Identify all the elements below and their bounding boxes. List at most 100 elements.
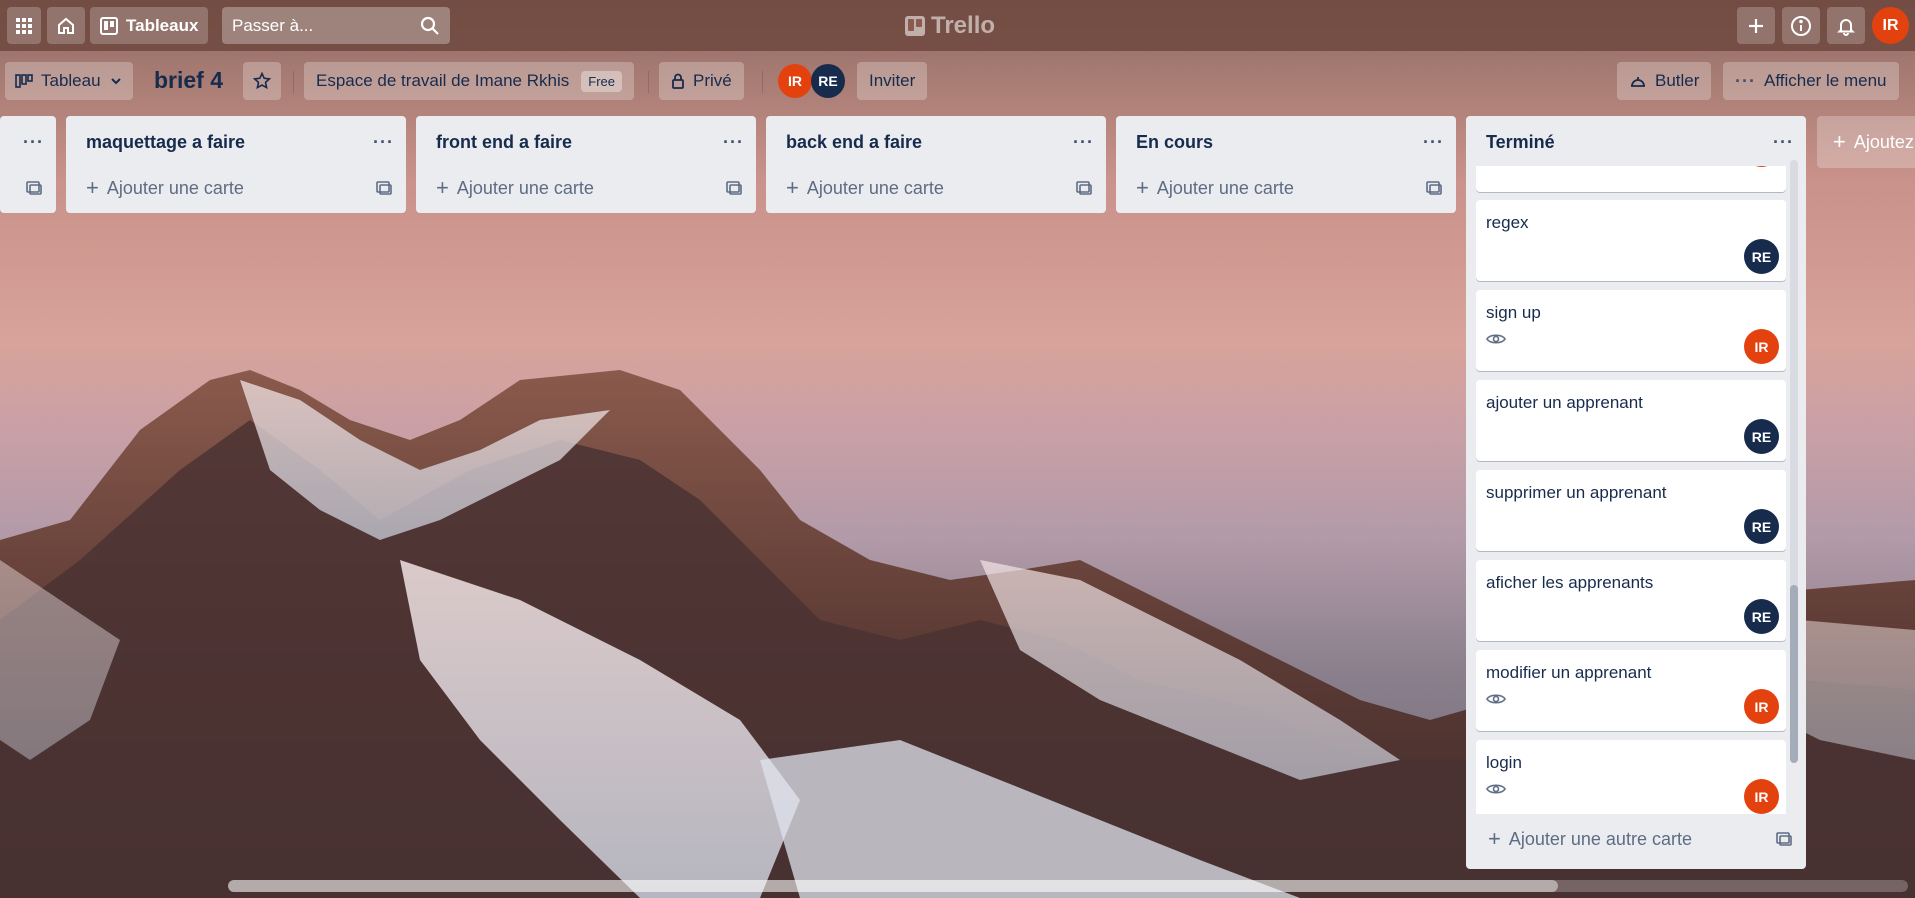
card-member-avatar: RE bbox=[1744, 509, 1779, 544]
trello-logo[interactable]: Trello bbox=[905, 10, 995, 42]
add-card-row: + Ajouter une carte bbox=[1116, 168, 1456, 208]
card-member-avatar bbox=[1744, 166, 1779, 167]
card-title: modifier un apprenant bbox=[1486, 663, 1652, 682]
add-card-label: Ajouter une carte bbox=[806, 177, 944, 198]
boards-button[interactable]: Tableaux bbox=[90, 7, 209, 44]
member-avatar[interactable]: RE bbox=[811, 64, 845, 98]
grid-icon bbox=[16, 17, 32, 34]
card-title: regex bbox=[1486, 213, 1529, 232]
plus-icon: + bbox=[436, 175, 449, 200]
list-column-done: Terminé ··· regex RE sign up IR ajouter … bbox=[1466, 116, 1806, 869]
home-icon bbox=[58, 17, 74, 34]
trello-logo-icon bbox=[905, 16, 925, 36]
card[interactable]: supprimer un apprenant RE bbox=[1476, 470, 1786, 551]
list-header: En cours ··· bbox=[1116, 116, 1456, 168]
list-title[interactable]: back end a faire bbox=[786, 132, 922, 153]
view-switcher-label: Tableau bbox=[41, 71, 101, 90]
list-title[interactable]: front end a faire bbox=[436, 132, 572, 153]
eye-icon bbox=[1486, 334, 1506, 344]
app-switcher-button[interactable] bbox=[7, 7, 41, 44]
add-other-card-button[interactable]: + Ajouter une autre carte bbox=[1488, 828, 1692, 850]
add-card-row bbox=[0, 168, 56, 208]
search-icon bbox=[420, 16, 439, 35]
list-menu-icon[interactable]: ··· bbox=[373, 132, 394, 153]
add-card-row: + Ajouter une carte bbox=[766, 168, 1106, 208]
template-icon[interactable] bbox=[376, 181, 392, 195]
card[interactable] bbox=[1476, 166, 1786, 192]
invite-button[interactable]: Inviter bbox=[857, 62, 928, 100]
add-card-label: Ajouter une carte bbox=[1156, 177, 1294, 198]
list-menu-icon[interactable]: ··· bbox=[1423, 132, 1444, 153]
plus-icon: + bbox=[786, 175, 799, 200]
bell-icon bbox=[1837, 18, 1855, 36]
add-card-button[interactable]: + Ajouter une carte bbox=[86, 177, 244, 199]
list-column: front end a faire ··· + Ajouter une cart… bbox=[416, 116, 756, 213]
search-input[interactable] bbox=[232, 15, 402, 36]
board-scrollbar-thumb[interactable] bbox=[228, 880, 1558, 892]
info-button[interactable] bbox=[1782, 7, 1820, 44]
create-button[interactable] bbox=[1737, 7, 1775, 44]
board-header: Tableau brief 4 Espace de travail de Ima… bbox=[0, 51, 1915, 111]
visibility-button[interactable]: Privé bbox=[659, 62, 744, 100]
board-title[interactable]: brief 4 bbox=[154, 67, 223, 94]
template-icon[interactable] bbox=[26, 181, 42, 195]
info-icon bbox=[1791, 15, 1811, 36]
show-menu-button[interactable]: ··· Afficher le menu bbox=[1723, 62, 1899, 100]
workspace-label: Espace de travail de Imane Rkhis bbox=[316, 71, 570, 90]
add-card-button[interactable]: + Ajouter une carte bbox=[1136, 177, 1294, 199]
chevron-down-icon bbox=[110, 78, 121, 85]
list-menu-icon[interactable]: ··· bbox=[723, 132, 744, 153]
card-member-avatar: IR bbox=[1744, 329, 1779, 364]
template-icon[interactable] bbox=[726, 181, 742, 195]
cards-area[interactable]: regex RE sign up IR ajouter un apprenant… bbox=[1466, 166, 1806, 814]
header-divider bbox=[762, 71, 763, 93]
add-card-button[interactable]: + Ajouter une carte bbox=[786, 177, 944, 199]
template-icon[interactable] bbox=[1776, 832, 1792, 846]
more-icon: ··· bbox=[1735, 70, 1756, 91]
list-column: ··· bbox=[0, 116, 56, 213]
notifications-button[interactable] bbox=[1827, 7, 1865, 44]
visibility-label: Privé bbox=[693, 71, 732, 90]
list-title[interactable]: Terminé bbox=[1486, 132, 1555, 153]
add-card-row: + Ajouter une autre carte bbox=[1466, 819, 1806, 859]
add-card-label: Ajouter une carte bbox=[106, 177, 244, 198]
home-button[interactable] bbox=[47, 7, 85, 44]
list-vertical-scrollbar[interactable] bbox=[1790, 160, 1798, 763]
card[interactable]: login IR bbox=[1476, 740, 1786, 814]
card[interactable]: ajouter un apprenant RE bbox=[1476, 380, 1786, 461]
card-member-avatar: RE bbox=[1744, 419, 1779, 454]
card[interactable]: regex RE bbox=[1476, 200, 1786, 281]
add-card-button[interactable]: + Ajouter une carte bbox=[436, 177, 594, 199]
add-list-button[interactable]: + Ajoutez bbox=[1817, 116, 1915, 168]
user-avatar[interactable]: IR bbox=[1872, 7, 1909, 44]
star-button[interactable] bbox=[243, 62, 281, 100]
card-member-avatar: RE bbox=[1744, 239, 1779, 274]
list-header: front end a faire ··· bbox=[416, 116, 756, 168]
list-column: back end a faire ··· + Ajouter une carte bbox=[766, 116, 1106, 213]
search-field[interactable] bbox=[222, 7, 450, 44]
member-avatar[interactable]: IR bbox=[778, 64, 812, 98]
butler-button[interactable]: Butler bbox=[1617, 62, 1712, 100]
card[interactable]: aficher les apprenants RE bbox=[1476, 560, 1786, 641]
card[interactable]: modifier un apprenant IR bbox=[1476, 650, 1786, 731]
workspace-button[interactable]: Espace de travail de Imane Rkhis Free bbox=[304, 62, 634, 100]
trello-logo-text: Trello bbox=[931, 12, 996, 39]
list-menu-icon[interactable]: ··· bbox=[23, 132, 44, 153]
list-menu-icon[interactable]: ··· bbox=[1773, 132, 1794, 153]
board-horizontal-scrollbar[interactable] bbox=[228, 880, 1908, 892]
card[interactable]: sign up IR bbox=[1476, 290, 1786, 371]
list-title[interactable]: En cours bbox=[1136, 132, 1213, 153]
boards-icon bbox=[100, 16, 118, 35]
header-divider bbox=[648, 71, 649, 93]
template-icon[interactable] bbox=[1076, 181, 1092, 195]
list-title[interactable]: maquettage a faire bbox=[86, 132, 245, 153]
list-header: Terminé ··· bbox=[1466, 116, 1806, 168]
list-column: En cours ··· + Ajouter une carte bbox=[1116, 116, 1456, 213]
list-menu-icon[interactable]: ··· bbox=[1073, 132, 1094, 153]
list-header: maquettage a faire ··· bbox=[66, 116, 406, 168]
board-view-icon bbox=[15, 74, 33, 88]
star-icon bbox=[253, 72, 271, 90]
view-switcher-button[interactable]: Tableau bbox=[5, 62, 133, 100]
template-icon[interactable] bbox=[1426, 181, 1442, 195]
list-scrollbar-thumb[interactable] bbox=[1790, 585, 1798, 763]
